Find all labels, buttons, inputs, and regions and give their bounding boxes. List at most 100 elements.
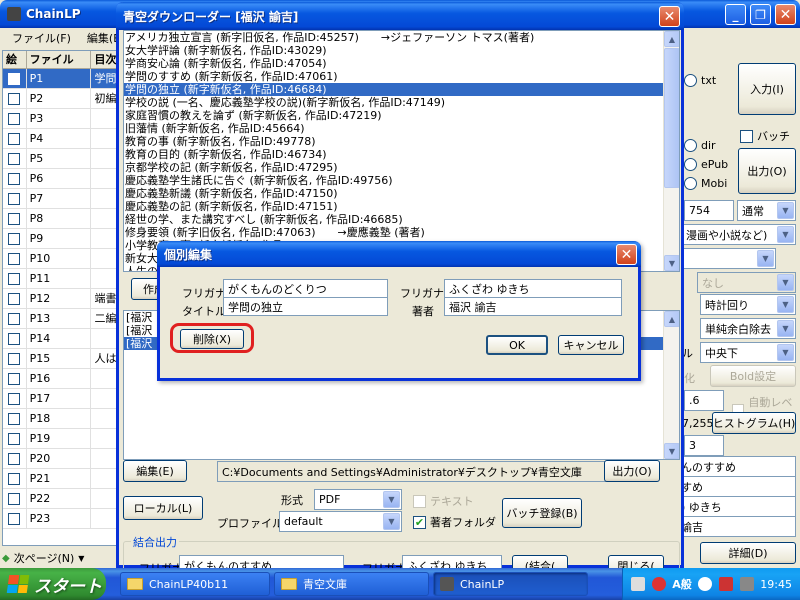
work-list-item[interactable]: 学問の独立 (新字新仮名, 作品ID:46684) [124, 83, 679, 96]
minimize-button[interactable]: _ [725, 4, 746, 25]
row-checkbox[interactable] [3, 89, 27, 108]
work-list-item[interactable]: 慶応義塾学生諸氏に告ぐ (新字新仮名, 作品ID:49756) [124, 174, 679, 187]
ime-mode-label[interactable]: A般 [672, 576, 692, 592]
table-row[interactable]: P10 [3, 249, 121, 269]
rotation-select[interactable]: 時計回り ▼ [700, 294, 796, 315]
table-row[interactable]: P11 [3, 269, 121, 289]
row-checkbox[interactable] [3, 309, 27, 328]
work-list-item[interactable]: 旧藩情 (新字新仮名, 作品ID:45664) [124, 122, 679, 135]
title-kana-field[interactable]: んのすすめ [676, 456, 796, 477]
row-checkbox[interactable] [3, 249, 27, 268]
table-row[interactable]: P8 [3, 209, 121, 229]
table-row[interactable]: P13 二編 [3, 309, 121, 329]
author-field[interactable]: 諭吉 [676, 516, 796, 537]
work-list-item[interactable]: 家庭習慣の教えを論ず (新字新仮名, 作品ID:47219) [124, 109, 679, 122]
table-row[interactable]: P22 [3, 489, 121, 509]
title-field[interactable]: 学問の独立 [223, 297, 388, 316]
table-row[interactable]: P7 [3, 189, 121, 209]
row-checkbox[interactable] [3, 409, 27, 428]
edit-dialog-title-bar[interactable]: 個別編集 ✕ [157, 241, 641, 267]
scroll-thumb[interactable] [664, 48, 679, 188]
batch-register-button[interactable]: バッチ登録(B) [502, 498, 582, 528]
work-list-item[interactable]: 慶応義塾新議 (新字新仮名, 作品ID:47150) [124, 187, 679, 200]
histogram-button[interactable]: ヒストグラム(H) [712, 412, 796, 434]
table-row[interactable]: P9 [3, 229, 121, 249]
scroll-up-icon[interactable]: ▲ [664, 31, 679, 47]
row-checkbox[interactable] [3, 489, 27, 508]
aozora-title-bar[interactable]: 青空ダウンローダー [福沢 諭吉] ✕ [116, 2, 684, 30]
row-checkbox[interactable] [3, 289, 27, 308]
row-checkbox[interactable] [3, 69, 27, 88]
menu-file[interactable]: ファイル(F) [4, 30, 79, 46]
table-row[interactable]: P4 [3, 129, 121, 149]
close-button[interactable]: ✕ [775, 4, 796, 25]
author-folder-checkbox[interactable]: ✔ 著者フォルダ [413, 514, 496, 530]
start-button[interactable]: スタート [0, 568, 106, 600]
table-row[interactable]: P14 [3, 329, 121, 349]
pages-table[interactable]: 絵 ファイル 目次 P1 学問 P2 初編 P3 P4 P5 P6 P7 P8 P9 P10 P11 P1… [2, 50, 122, 546]
details-button[interactable]: 詳細(D) [700, 542, 796, 564]
keyboard-icon[interactable] [631, 577, 645, 591]
row-checkbox[interactable] [3, 129, 27, 148]
work-list-item[interactable]: 京都学校の記 (新字新仮名, 作品ID:47295) [124, 161, 679, 174]
table-row[interactable]: P21 [3, 469, 121, 489]
work-list-item[interactable]: 学校の説 (一名、慶応義塾学校の説)(新字新仮名, 作品ID:47149) [124, 96, 679, 109]
table-row[interactable]: P1 学問 [3, 69, 121, 89]
table-row[interactable]: P12 端書 [3, 289, 121, 309]
author-kana-field[interactable]: ) ゆきち [676, 496, 796, 517]
batch-checkbox[interactable]: バッチ [740, 128, 790, 144]
next-page-control[interactable]: ◆ 次ページ(N) ▼ [2, 548, 84, 568]
table-row[interactable]: P18 [3, 409, 121, 429]
table-row[interactable]: P20 [3, 449, 121, 469]
maximize-button[interactable]: ❐ [750, 4, 771, 25]
title-field[interactable]: すめ [676, 476, 796, 497]
table-row[interactable]: P2 初編 [3, 89, 121, 109]
row-checkbox[interactable] [3, 109, 27, 128]
size-field[interactable]: 754 [684, 200, 734, 221]
row-checkbox[interactable] [3, 469, 27, 488]
cancel-button[interactable]: キャンセル [558, 335, 624, 355]
output-button-aozora[interactable]: 出力(O) [604, 460, 660, 482]
row-checkbox[interactable] [3, 349, 27, 368]
work-list-item[interactable]: 教育の事 (新字新仮名, 作品ID:49778) [124, 135, 679, 148]
row-checkbox[interactable] [3, 509, 27, 528]
input-button[interactable]: 入力(I) [738, 63, 796, 115]
table-row[interactable]: P3 [3, 109, 121, 129]
row-checkbox[interactable] [3, 369, 27, 388]
table-row[interactable]: P5 [3, 149, 121, 169]
work-list-item[interactable]: 教育の目的 (新字新仮名, 作品ID:46734) [124, 148, 679, 161]
scroll-down-icon[interactable]: ▼ [664, 443, 679, 459]
work-list-item[interactable]: アメリカ独立宣言 (新字旧仮名, 作品ID:45257) →ジェファーソン トマ… [124, 31, 679, 44]
row-checkbox[interactable] [3, 269, 27, 288]
radio-txt[interactable]: txt [684, 74, 716, 87]
output-path-field[interactable]: C:¥Documents and Settings¥Administrator¥… [217, 461, 609, 482]
task-aozora-folder[interactable]: 青空文庫 [274, 572, 429, 596]
work-list-item[interactable]: 学問のすすめ (新字新仮名, 作品ID:47061) [124, 70, 679, 83]
table-row[interactable]: P16 [3, 369, 121, 389]
close-button[interactable]: ✕ [616, 244, 637, 265]
author-field[interactable]: 福沢 諭吉 [444, 297, 622, 316]
genre-select[interactable]: 漫画や小説など) ▼ [681, 224, 796, 245]
position-select[interactable]: 中央下 ▼ [700, 342, 796, 363]
header-file[interactable]: ファイル [27, 51, 92, 68]
work-list-scrollbar[interactable]: ▲ ▼ [663, 31, 679, 271]
vm-icon[interactable] [739, 577, 754, 591]
format-select[interactable]: PDF ▼ [314, 489, 402, 510]
row-checkbox[interactable] [3, 209, 27, 228]
work-list-item[interactable]: 学商安心論 (新字新仮名, 作品ID:47054) [124, 57, 679, 70]
work-list-item[interactable]: 経世の学、また講究すべし (新字新仮名, 作品ID:46685) [124, 213, 679, 226]
row-checkbox[interactable] [3, 169, 27, 188]
margin-select[interactable]: 単純余白除去 ▼ [700, 318, 796, 339]
table-row[interactable]: P19 [3, 429, 121, 449]
help-icon[interactable] [698, 577, 713, 591]
table-row[interactable]: P23 [3, 509, 121, 529]
work-list-item[interactable]: 女大学評論 (新字新仮名, 作品ID:43029) [124, 44, 679, 57]
header-picture[interactable]: 絵 [3, 51, 27, 68]
radio-dir[interactable]: dir [684, 139, 716, 152]
work-list-item[interactable]: 慶応義塾の記 (新字新仮名, 作品ID:47151) [124, 200, 679, 213]
work-list-item[interactable]: 修身要領 (新字旧仮名, 作品ID:47063) →慶應義塾 (著者) [124, 226, 679, 239]
table-row[interactable]: P6 [3, 169, 121, 189]
scroll-down-icon[interactable]: ▼ [664, 255, 679, 271]
task-chainlp[interactable]: ChainLP [433, 572, 588, 596]
row-checkbox[interactable] [3, 229, 27, 248]
